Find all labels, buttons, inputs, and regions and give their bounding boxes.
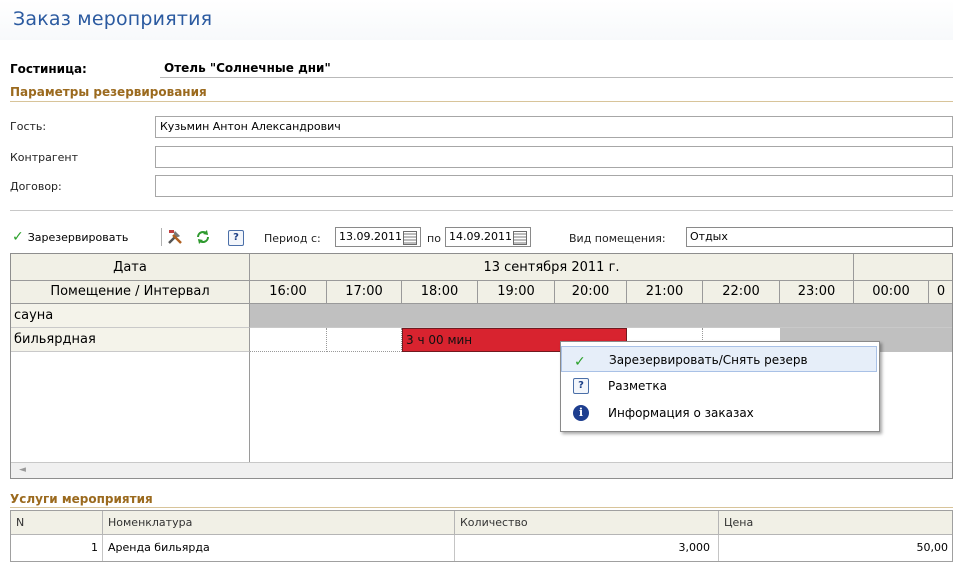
room-interval-header: Помещение / Интервал xyxy=(11,281,250,304)
help-icon: ? xyxy=(228,230,244,246)
sauna-booked-band[interactable] xyxy=(250,304,952,328)
table-row-price[interactable]: 50,00 xyxy=(719,535,952,561)
menu-item-order-info[interactable]: i Информация о заказах xyxy=(561,400,877,426)
period-from-label: Период с: xyxy=(264,232,321,245)
table-row-item[interactable]: Аренда бильярда xyxy=(103,535,455,561)
section-divider xyxy=(10,101,953,102)
hour-header: 23:00 xyxy=(780,281,854,304)
counterparty-label: Контрагент xyxy=(10,151,79,164)
hour-header: 0 xyxy=(929,281,952,304)
row-label-column xyxy=(11,352,250,462)
menu-item-label: Зарезервировать/Снять резерв xyxy=(609,353,808,367)
services-heading: Услуги мероприятия xyxy=(10,492,153,506)
counterparty-field[interactable] xyxy=(155,146,953,168)
col-header-item[interactable]: Номенклатура xyxy=(103,511,455,535)
room-row-billiard[interactable]: бильярдная xyxy=(11,328,250,352)
refresh-icon xyxy=(197,230,209,244)
check-icon: ✓ xyxy=(12,229,24,245)
contract-label: Договор: xyxy=(10,180,62,193)
help-button[interactable]: ? xyxy=(228,229,244,246)
hour-header: 22:00 xyxy=(703,281,780,304)
room-type-label: Вид помещения: xyxy=(569,232,666,245)
toolbar-separator xyxy=(161,228,162,246)
divider xyxy=(10,210,953,211)
period-to-field[interactable]: 14.09.2011 xyxy=(445,227,531,247)
reserve-button[interactable]: ✓ Зарезервировать xyxy=(12,227,128,247)
services-table[interactable]: N Номенклатура Количество Цена 1 Аренда … xyxy=(10,510,953,562)
period-to-value: 14.09.2011 xyxy=(449,230,512,243)
contract-field[interactable] xyxy=(155,175,953,197)
table-row-qty[interactable]: 3,000 xyxy=(455,535,719,561)
tools-icon xyxy=(168,230,182,244)
reservation-params-heading: Параметры резервирования xyxy=(10,85,207,99)
reserve-button-label: Зарезервировать xyxy=(27,230,129,244)
section-divider xyxy=(10,507,953,508)
info-icon: i xyxy=(573,405,589,421)
check-icon: ✓ xyxy=(574,354,586,370)
menu-item-reserve-toggle[interactable]: ✓ Зарезервировать/Снять резерв xyxy=(561,346,877,372)
menu-item-label: Информация о заказах xyxy=(608,406,754,420)
date-header: Дата xyxy=(11,254,250,281)
slot-cell[interactable] xyxy=(327,328,402,352)
hour-header: 17:00 xyxy=(327,281,402,304)
room-type-field[interactable]: Отдых xyxy=(686,227,953,247)
hour-header: 18:00 xyxy=(402,281,478,304)
room-row-sauna[interactable]: сауна xyxy=(11,304,250,328)
menu-item-markup[interactable]: ? Разметка xyxy=(561,373,877,399)
scroll-left-icon[interactable]: ◄ xyxy=(19,465,26,475)
context-menu: ✓ Зарезервировать/Снять резерв ? Разметк… xyxy=(560,341,880,432)
hour-header: 21:00 xyxy=(627,281,703,304)
hotel-label: Гостиница: xyxy=(10,62,87,76)
col-header-n[interactable]: N xyxy=(11,511,103,535)
day-header-next xyxy=(854,254,952,281)
period-from-field[interactable]: 13.09.2011 xyxy=(335,227,421,247)
slot-cell[interactable] xyxy=(250,328,327,352)
hour-header: 19:00 xyxy=(478,281,555,304)
day-header: 13 сентября 2011 г. xyxy=(250,254,854,281)
hotel-field[interactable]: Отель "Солнечные дни" xyxy=(160,58,953,78)
period-to-label: по xyxy=(427,232,441,245)
hour-header: 16:00 xyxy=(250,281,327,304)
window-title: Заказ мероприятия xyxy=(13,8,213,30)
horizontal-scrollbar[interactable]: ◄ xyxy=(11,462,952,478)
period-from-value: 13.09.2011 xyxy=(339,230,402,243)
calendar-icon[interactable] xyxy=(513,231,527,245)
menu-item-label: Разметка xyxy=(608,379,667,393)
tools-button[interactable] xyxy=(166,228,184,249)
help-icon: ? xyxy=(573,378,589,394)
guest-label: Гость: xyxy=(10,120,47,133)
refresh-button[interactable] xyxy=(194,228,212,249)
col-header-price[interactable]: Цена xyxy=(719,511,952,535)
calendar-icon[interactable] xyxy=(403,231,417,245)
col-header-qty[interactable]: Количество xyxy=(455,511,719,535)
hour-header: 20:00 xyxy=(555,281,627,304)
hour-header: 00:00 xyxy=(854,281,929,304)
guest-field[interactable]: Кузьмин Антон Александрович xyxy=(155,116,953,138)
table-row-n[interactable]: 1 xyxy=(11,535,103,561)
